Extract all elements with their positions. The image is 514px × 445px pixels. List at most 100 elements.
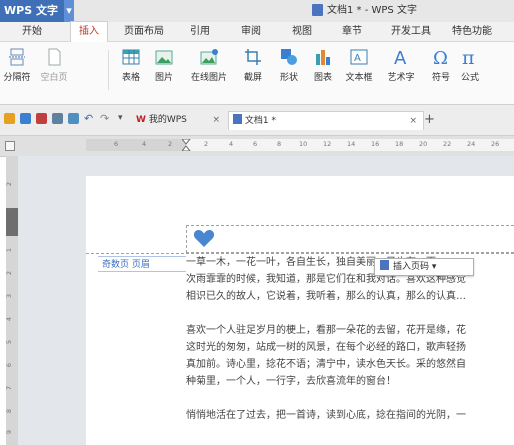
chevron-down-icon[interactable]: ▾ bbox=[118, 113, 129, 124]
ruler-tick: 8 bbox=[5, 408, 14, 414]
wordart-button[interactable]: A 艺术字 bbox=[384, 48, 418, 83]
table-icon bbox=[122, 48, 140, 66]
ruler-tick: 1 bbox=[5, 207, 14, 213]
vertical-ruler[interactable]: 2 1 1 2 3 4 5 6 7 8 9 bbox=[5, 156, 18, 445]
ruler-tick: 20 bbox=[419, 140, 428, 148]
new-tab-button[interactable]: + bbox=[424, 111, 435, 129]
tab-special-features[interactable]: 特色功能 bbox=[452, 22, 492, 41]
textbox-button[interactable]: A 文本框 bbox=[344, 48, 374, 83]
ruler-tick: 2 bbox=[168, 140, 173, 148]
blank-page-button[interactable]: 空白页 bbox=[34, 48, 74, 83]
section-break-button[interactable]: 分隔符 bbox=[2, 48, 32, 83]
blank-page-icon bbox=[45, 48, 63, 66]
insert-page-number-label: 插入页码 ▾ bbox=[393, 262, 437, 272]
tab-my-wps-label: 我的WPS bbox=[148, 115, 187, 125]
section-break-icon bbox=[8, 48, 26, 66]
document-page[interactable] bbox=[86, 176, 514, 445]
document-icon bbox=[312, 4, 323, 16]
ruler-tick: 4 bbox=[229, 140, 234, 148]
svg-text:Ω: Ω bbox=[433, 48, 448, 66]
open-folder-icon[interactable] bbox=[4, 113, 15, 124]
tab-references[interactable]: 引用 bbox=[190, 22, 210, 41]
tab-document[interactable]: 文档1 * × bbox=[228, 111, 424, 130]
save-icon[interactable] bbox=[20, 113, 31, 124]
ruler-tick: 8 bbox=[277, 140, 282, 148]
ruler-tick: 12 bbox=[323, 140, 332, 148]
horizontal-ruler-bar: 6 4 2 2 4 6 8 10 12 14 16 18 20 22 24 26 bbox=[0, 136, 514, 157]
tab-chapter[interactable]: 章节 bbox=[342, 22, 362, 41]
picture-label: 图片 bbox=[154, 73, 173, 83]
app-menu-button[interactable]: WPS 文字 ▾ bbox=[0, 0, 74, 22]
online-picture-button[interactable]: 在线图片 bbox=[190, 48, 228, 83]
ribbon: 分隔符 空白页 表格 图片 在线图片 截屏 形状 图表 A 文本框 A 艺术字 … bbox=[0, 42, 514, 105]
section-break-label: 分隔符 bbox=[3, 73, 31, 83]
svg-text:A: A bbox=[354, 53, 361, 64]
ruler-tick: 6 bbox=[114, 140, 119, 148]
table-label: 表格 bbox=[121, 73, 140, 83]
shape-label: 形状 bbox=[279, 73, 298, 83]
chart-button[interactable]: 图表 bbox=[310, 48, 336, 83]
textbox-label: 文本框 bbox=[345, 73, 373, 83]
ruler-tick: 5 bbox=[5, 339, 14, 345]
body-text-line: 这时光的匆匆，站成一树的风景，在每个必经的路口，歌声轻扬 bbox=[186, 342, 466, 353]
body-text-line: 种菊里，一个人，一行字，去欣喜流年的窗台！ bbox=[186, 376, 396, 387]
omega-icon: Ω bbox=[432, 48, 450, 69]
body-text-line: 真加前。诗心里，捻花不语；清宁中，读水色天长。采的悠然自 bbox=[186, 359, 466, 370]
app-name: WPS 文字 bbox=[4, 4, 58, 17]
online-picture-label: 在线图片 bbox=[190, 73, 227, 83]
ruler-header-area bbox=[6, 208, 18, 236]
menu-bar: 开始 插入 页面布局 引用 审阅 视图 章节 开发工具 特色功能 bbox=[0, 21, 514, 43]
tab-review[interactable]: 审阅 bbox=[241, 22, 261, 41]
horizontal-ruler[interactable]: 6 4 2 2 4 6 8 10 12 14 16 18 20 22 24 26 bbox=[86, 139, 514, 151]
quick-access-toolbar: ↶ ↷ ▾ W 我的WPS × 文档1 * × + bbox=[0, 105, 514, 136]
screenshot-label: 截屏 bbox=[243, 73, 262, 83]
tab-view[interactable]: 视图 bbox=[292, 22, 312, 41]
tab-insert[interactable]: 插入 bbox=[70, 21, 108, 43]
ribbon-divider bbox=[108, 50, 109, 90]
svg-text:A: A bbox=[394, 48, 407, 66]
tab-stop-selector[interactable] bbox=[5, 141, 15, 151]
pdf-icon[interactable] bbox=[36, 113, 47, 124]
heart-shape[interactable] bbox=[193, 227, 215, 249]
wordart-label: 艺术字 bbox=[387, 73, 415, 83]
odd-page-header-label: 奇数页 页眉 bbox=[98, 256, 186, 272]
ruler-tick: 7 bbox=[5, 385, 14, 391]
ruler-tick: 26 bbox=[491, 140, 500, 148]
close-icon[interactable]: × bbox=[409, 112, 417, 130]
ruler-tick: 9 bbox=[5, 429, 14, 435]
header-content-box[interactable] bbox=[186, 225, 514, 253]
chevron-down-icon[interactable]: ▾ bbox=[63, 0, 74, 22]
ruler-tick: 2 bbox=[5, 270, 14, 276]
chart-label: 图表 bbox=[313, 73, 332, 83]
chart-icon bbox=[314, 48, 332, 66]
redo-icon[interactable]: ↷ bbox=[100, 113, 111, 124]
window-title: 文档1 * - WPS 文字 bbox=[312, 0, 417, 22]
formula-button[interactable]: π 公式 bbox=[456, 47, 484, 83]
ruler-tick: 6 bbox=[5, 362, 14, 368]
table-button[interactable]: 表格 bbox=[118, 48, 144, 83]
online-picture-icon bbox=[200, 48, 218, 66]
ruler-tick: 14 bbox=[347, 140, 356, 148]
close-icon[interactable]: × bbox=[212, 111, 220, 129]
shape-button[interactable]: 形状 bbox=[276, 48, 302, 83]
wps-logo-icon: W bbox=[136, 115, 146, 125]
preview-icon[interactable] bbox=[68, 113, 79, 124]
title-bar: WPS 文字 ▾ 文档1 * - WPS 文字 bbox=[0, 0, 514, 22]
tab-developer[interactable]: 开发工具 bbox=[391, 22, 431, 41]
tab-page-layout[interactable]: 页面布局 bbox=[124, 22, 164, 41]
tab-my-wps[interactable]: W 我的WPS × bbox=[136, 111, 226, 129]
print-icon[interactable] bbox=[52, 113, 63, 124]
undo-icon[interactable]: ↶ bbox=[84, 113, 95, 124]
picture-button[interactable]: 图片 bbox=[151, 48, 177, 83]
ruler-tick: 3 bbox=[5, 293, 14, 299]
screenshot-button[interactable]: 截屏 bbox=[240, 48, 266, 83]
ruler-tick: 10 bbox=[299, 140, 308, 148]
ruler-tick: 6 bbox=[253, 140, 258, 148]
tab-home[interactable]: 开始 bbox=[22, 22, 42, 41]
ruler-tick: 2 bbox=[5, 181, 14, 187]
indent-marker-icon[interactable] bbox=[182, 139, 191, 151]
ruler-tick: 2 bbox=[204, 140, 209, 148]
body-text-line: 相识已久的故人，它说着，我听着，那么的认真，那么的认真… bbox=[186, 291, 466, 302]
symbol-button[interactable]: Ω 符号 bbox=[428, 48, 454, 83]
insert-page-number-button[interactable]: 插入页码 ▾ bbox=[374, 258, 474, 276]
